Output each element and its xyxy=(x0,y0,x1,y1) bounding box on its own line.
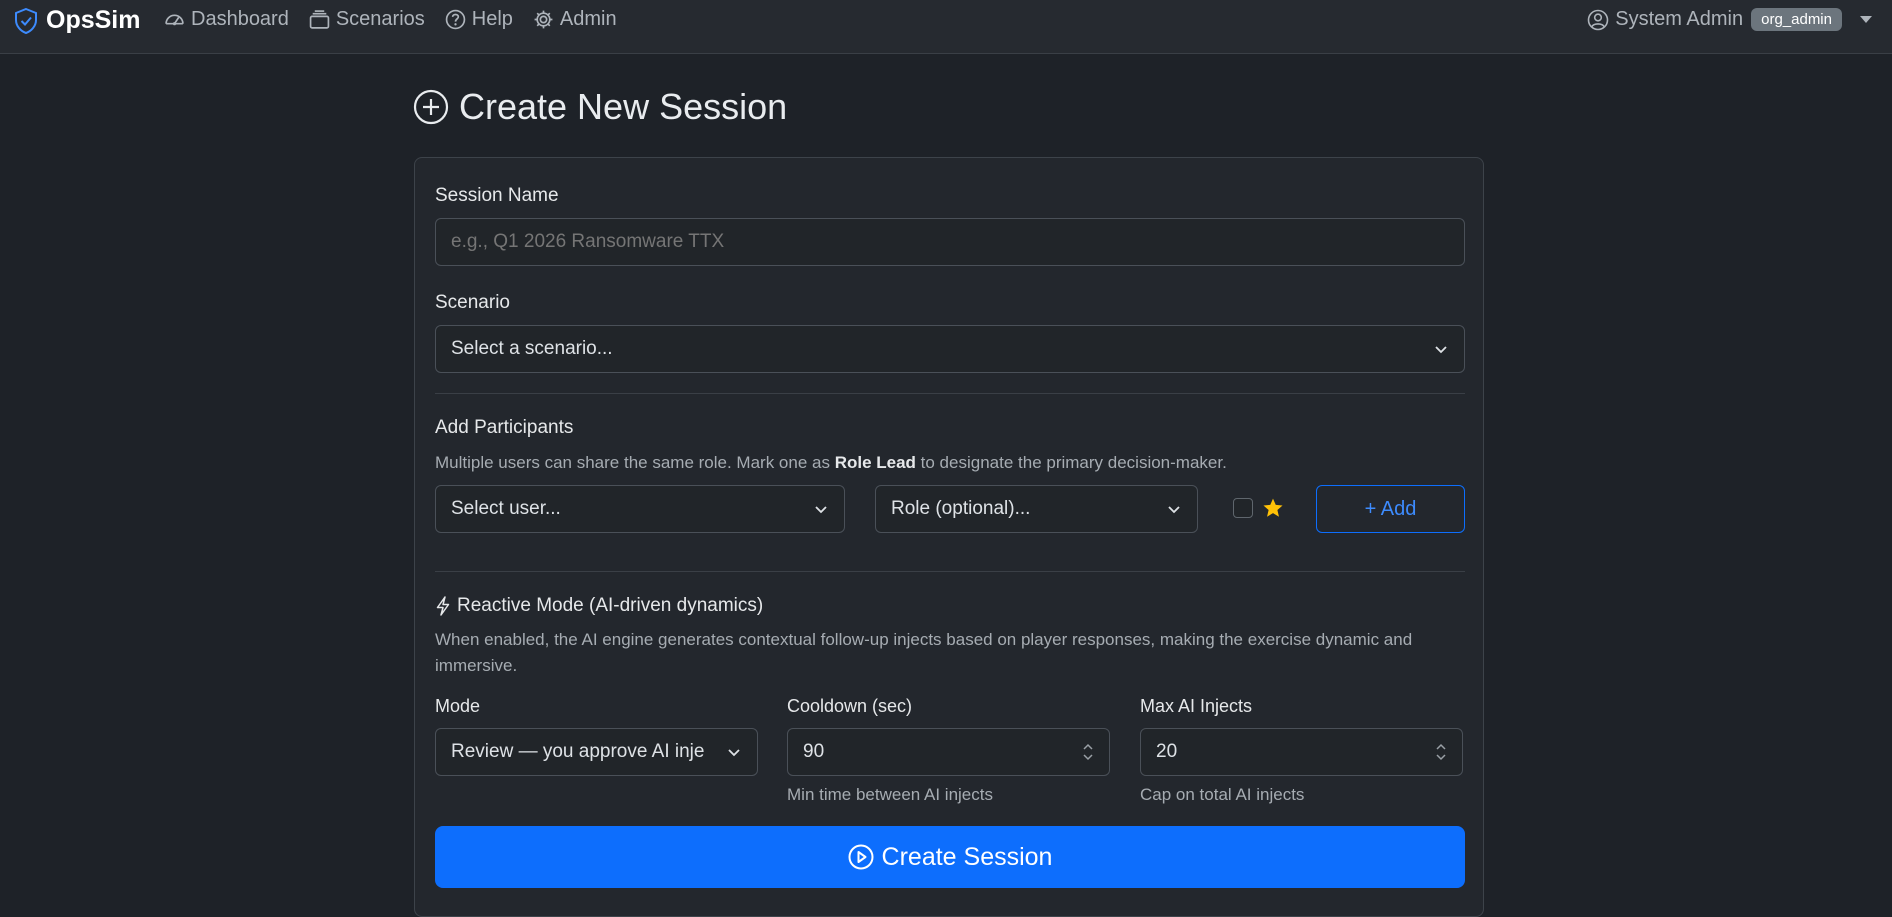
max-injects-value: 20 xyxy=(1156,741,1178,762)
create-session-label: Create Session xyxy=(881,842,1053,871)
chevron-down-icon xyxy=(815,506,827,514)
page-title: Create New Session xyxy=(413,86,787,128)
caret-down-icon xyxy=(1860,16,1872,23)
session-name-input[interactable] xyxy=(435,218,1465,266)
chevron-down-icon xyxy=(1168,506,1180,514)
divider xyxy=(435,393,1465,394)
nav-item-dashboard[interactable]: Dashboard xyxy=(164,8,289,31)
participants-title: Add Participants xyxy=(435,417,574,438)
nav-menu: Dashboard Scenarios Help Admin xyxy=(164,8,617,31)
nav-label-dashboard: Dashboard xyxy=(191,8,289,30)
reactive-mode-help: When enabled, the AI engine generates co… xyxy=(435,630,1413,675)
cooldown-help: Min time between AI injects xyxy=(787,785,993,804)
nav-item-scenarios[interactable]: Scenarios xyxy=(309,8,425,31)
top-navbar: OpsSim Dashboard Scenarios Help Admin Sy… xyxy=(0,0,1892,54)
role-select[interactable]: Role (optional)... xyxy=(875,485,1198,533)
chevron-down-icon xyxy=(1435,346,1447,354)
max-injects-input[interactable]: 20 xyxy=(1140,728,1463,776)
chevron-down-icon xyxy=(728,749,740,757)
person-circle-icon xyxy=(1587,9,1609,30)
reactive-mode-title-text: Reactive Mode (AI-driven dynamics) xyxy=(457,595,764,616)
cooldown-label: Cooldown (sec) xyxy=(787,696,913,716)
participants-help-pre: Multiple users can share the same role. … xyxy=(435,453,835,472)
user-select-value: Select user... xyxy=(451,498,561,519)
max-injects-label: Max AI Injects xyxy=(1140,696,1253,716)
brand-link[interactable]: OpsSim xyxy=(14,6,140,35)
scenario-select-value: Select a scenario... xyxy=(451,338,613,359)
session-form-card: Session Name Scenario Select a scenario.… xyxy=(414,157,1484,917)
user-menu-toggle[interactable]: System Admin org_admin xyxy=(1587,8,1872,31)
session-name-label: Session Name xyxy=(435,185,559,206)
scenario-select[interactable]: Select a scenario... xyxy=(435,325,1465,373)
nav-label-admin: Admin xyxy=(559,8,617,30)
mode-select[interactable]: Review — you approve AI inje xyxy=(435,728,758,776)
shield-check-icon xyxy=(15,7,37,34)
nav-item-help[interactable]: Help xyxy=(445,8,513,31)
divider xyxy=(435,571,1465,572)
role-lead-text: Role Lead xyxy=(834,453,916,472)
gear-icon xyxy=(534,10,553,29)
user-name: System Admin xyxy=(1615,8,1744,30)
cooldown-input[interactable]: 90 xyxy=(787,728,1110,776)
nav-label-scenarios: Scenarios xyxy=(335,8,425,30)
brand-name: OpsSim xyxy=(46,6,141,34)
user-select[interactable]: Select user... xyxy=(435,485,845,533)
add-participant-button[interactable]: + Add xyxy=(1316,485,1465,533)
role-select-value: Role (optional)... xyxy=(891,498,1031,519)
star-icon xyxy=(1263,498,1283,517)
nav-item-admin[interactable]: Admin xyxy=(533,8,617,31)
participants-help-post: to designate the primary decision-maker. xyxy=(915,453,1227,472)
create-session-button[interactable]: Create Session xyxy=(435,826,1465,888)
question-circle-icon xyxy=(445,9,466,30)
mode-select-value: Review — you approve AI inje xyxy=(451,741,705,762)
spinner-arrows-icon[interactable] xyxy=(1081,741,1095,763)
page-title-text: Create New Session xyxy=(459,86,788,127)
plus-circle-icon xyxy=(413,89,449,125)
speedometer-icon xyxy=(165,14,184,26)
scenario-label: Scenario xyxy=(435,292,510,313)
role-badge: org_admin xyxy=(1751,8,1842,31)
role-lead-checkbox[interactable] xyxy=(1233,498,1253,518)
max-injects-help: Cap on total AI injects xyxy=(1140,785,1305,804)
lightning-icon xyxy=(436,596,450,616)
play-circle-icon xyxy=(848,844,874,870)
mode-label: Mode xyxy=(435,696,481,716)
participants-help: Multiple users can share the same role. … xyxy=(435,450,1227,476)
cooldown-value: 90 xyxy=(803,741,825,762)
nav-label-help: Help xyxy=(471,8,513,30)
spinner-arrows-icon[interactable] xyxy=(1434,741,1448,763)
reactive-mode-title: Reactive Mode (AI-driven dynamics) xyxy=(435,595,763,617)
collection-icon xyxy=(309,10,330,29)
